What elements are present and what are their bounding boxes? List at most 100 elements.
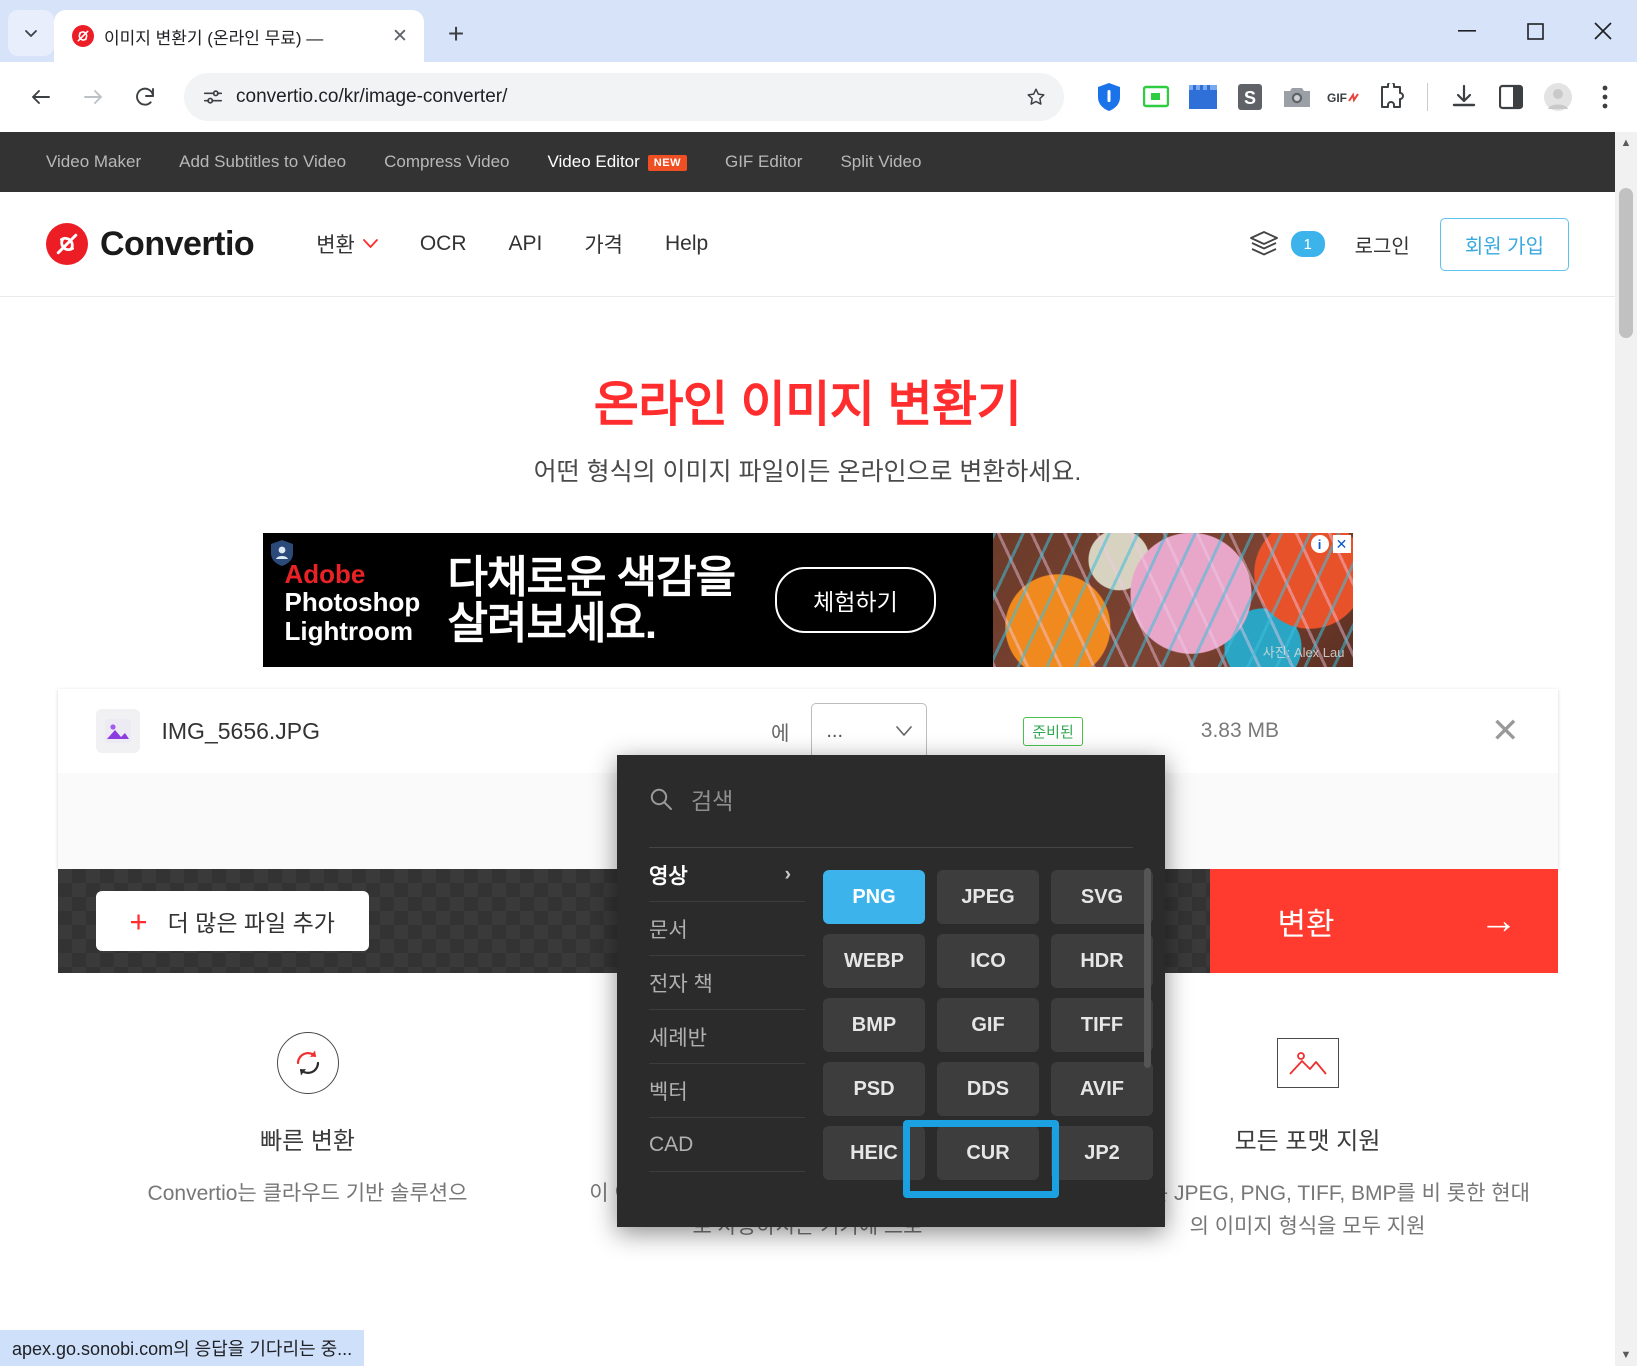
ad-brand-photoshop: Photoshop — [285, 588, 448, 617]
category-item-font[interactable]: 세례반 — [649, 1010, 805, 1064]
format-search-row — [617, 755, 1165, 847]
format-option-gif[interactable]: GIF — [937, 998, 1039, 1052]
topnav-item-split-video[interactable]: Split Video — [840, 152, 921, 172]
format-option-psd[interactable]: PSD — [823, 1062, 925, 1116]
category-item-vector[interactable]: 벡터 — [649, 1064, 805, 1118]
site-main-nav: 변환 OCR API 가격 Help — [316, 229, 708, 259]
remove-file-icon[interactable]: ✕ — [1491, 714, 1520, 748]
format-option-bmp[interactable]: BMP — [823, 998, 925, 1052]
back-button[interactable] — [18, 74, 64, 120]
nav-item-api[interactable]: API — [509, 232, 543, 256]
format-search-input[interactable] — [691, 788, 1133, 815]
format-dropdown: 영상 › 문서 전자 책 세례반 벡터 — [617, 755, 1165, 1227]
tab-search-button[interactable] — [8, 10, 54, 56]
sidepanel-icon[interactable] — [1494, 80, 1528, 114]
login-link[interactable]: 로그인 — [1355, 230, 1410, 259]
refresh-circle-icon — [277, 1032, 339, 1094]
reload-button[interactable] — [122, 74, 168, 120]
profile-icon[interactable] — [1541, 80, 1575, 114]
dropdown-scrollbar[interactable] — [1144, 868, 1151, 1068]
topnav-item-add-subtitles[interactable]: Add Subtitles to Video — [179, 152, 346, 172]
forward-button[interactable] — [70, 74, 116, 120]
format-option-svg[interactable]: SVG — [1051, 870, 1153, 924]
maximize-icon — [1527, 23, 1544, 40]
format-option-avif[interactable]: AVIF — [1051, 1062, 1153, 1116]
nav-item-help[interactable]: Help — [665, 232, 708, 256]
category-item-ebook-label: 전자 책 — [649, 968, 713, 998]
scroll-up-arrow-icon[interactable]: ▲ — [1615, 132, 1637, 154]
topnav-item-video-editor-label: Video Editor — [547, 152, 639, 171]
ad-cta-button[interactable]: 체험하기 — [775, 567, 936, 633]
browser-window: 이미지 변환기 (온라인 무료) — ✕ + co — [0, 0, 1637, 1366]
topnav-item-compress-video[interactable]: Compress Video — [384, 152, 509, 172]
scroll-down-arrow-icon[interactable]: ▼ — [1615, 1344, 1637, 1366]
convertio-logo-glyph — [75, 28, 91, 44]
format-option-hdr[interactable]: HDR — [1051, 934, 1153, 988]
signup-button[interactable]: 회원 가입 — [1440, 218, 1569, 271]
browser-menu-icon[interactable] — [1588, 80, 1622, 114]
image-frame-icon — [1277, 1038, 1339, 1088]
address-bar[interactable]: convertio.co/kr/image-converter/ — [184, 73, 1064, 121]
download-icon[interactable] — [1447, 80, 1481, 114]
s-badge-icon[interactable]: S — [1233, 80, 1267, 114]
tab-close-icon[interactable]: ✕ — [386, 22, 414, 50]
topnav-item-video-editor[interactable]: Video EditorNEW — [547, 152, 686, 172]
category-item-image-label: 영상 — [649, 860, 688, 890]
window-controls — [1433, 0, 1637, 62]
convert-button[interactable]: 변환 → — [1210, 869, 1558, 973]
ad-banner[interactable]: Adobe Photoshop Lightroom 다채로운 색감을 살려보세요… — [263, 533, 1353, 667]
logo-wordmark: Convertio — [100, 225, 254, 264]
camera-icon[interactable] — [1280, 80, 1314, 114]
ad-brand-adobe: Adobe — [285, 561, 448, 588]
topnav-item-gif-editor[interactable]: GIF Editor — [725, 152, 802, 172]
new-tab-button[interactable]: + — [434, 12, 478, 56]
format-option-heic[interactable]: HEIC — [823, 1126, 925, 1180]
convertio-favicon — [72, 25, 94, 47]
category-item-ebook[interactable]: 전자 책 — [649, 956, 805, 1010]
reload-icon — [133, 85, 157, 109]
blue-folder-icon[interactable] — [1186, 80, 1220, 114]
puzzle-icon[interactable] — [1374, 80, 1408, 114]
feature-desc: Convertio는 클라우드 기반 솔루션으 — [84, 1178, 532, 1211]
bookmark-star-icon[interactable] — [1016, 77, 1056, 117]
format-option-tiff[interactable]: TIFF — [1051, 998, 1153, 1052]
chevron-down-icon — [363, 239, 378, 249]
format-select[interactable]: ... — [811, 703, 927, 759]
topnav-item-video-maker[interactable]: Video Maker — [46, 152, 141, 172]
layers-icon — [1249, 230, 1279, 258]
maximize-button[interactable] — [1501, 0, 1569, 62]
scrollbar-thumb[interactable] — [1619, 188, 1633, 338]
minimize-button[interactable] — [1433, 0, 1501, 62]
dropdown-body: 영상 › 문서 전자 책 세례반 벡터 — [617, 848, 1165, 1227]
ad-credit: 사진: Alex Lau — [1263, 642, 1345, 661]
format-option-webp[interactable]: WEBP — [823, 934, 925, 988]
format-option-dds[interactable]: DDS — [937, 1062, 1039, 1116]
ad-shield-icon — [269, 539, 295, 567]
shield-icon[interactable] — [1092, 80, 1126, 114]
back-arrow-icon — [29, 85, 53, 109]
file-queue-indicator[interactable]: 1 — [1249, 230, 1325, 258]
category-item-document[interactable]: 문서 — [649, 902, 805, 956]
nav-item-convert[interactable]: 변환 — [316, 229, 378, 259]
category-item-cad[interactable]: CAD — [649, 1118, 805, 1172]
format-option-ico[interactable]: ICO — [937, 934, 1039, 988]
site-logo[interactable]: Convertio — [46, 223, 254, 265]
gif-icon[interactable]: GIF — [1327, 80, 1361, 114]
advertisement[interactable]: Adobe Photoshop Lightroom 다채로운 색감을 살려보세요… — [263, 533, 1353, 667]
page-scrollbar[interactable]: ▲ ▼ — [1615, 132, 1637, 1366]
browser-tab[interactable]: 이미지 변환기 (온라인 무료) — ✕ — [54, 10, 424, 62]
green-screen-icon[interactable] — [1139, 80, 1173, 114]
nav-item-convert-label: 변환 — [316, 229, 355, 259]
format-option-jpeg[interactable]: JPEG — [937, 870, 1039, 924]
ad-info-icon[interactable]: i — [1311, 535, 1329, 553]
format-option-cur[interactable]: CUR — [937, 1126, 1039, 1180]
site-settings-icon — [202, 86, 224, 108]
nav-item-pricing[interactable]: 가격 — [584, 229, 623, 259]
nav-item-ocr[interactable]: OCR — [420, 232, 467, 256]
add-more-files-button[interactable]: + 더 많은 파일 추가 — [96, 891, 369, 951]
close-window-button[interactable] — [1569, 0, 1637, 62]
category-item-image[interactable]: 영상 › — [649, 848, 805, 902]
format-option-png[interactable]: PNG — [823, 870, 925, 924]
ad-close-icon[interactable]: ✕ — [1333, 535, 1351, 553]
format-option-jp2[interactable]: JP2 — [1051, 1126, 1153, 1180]
